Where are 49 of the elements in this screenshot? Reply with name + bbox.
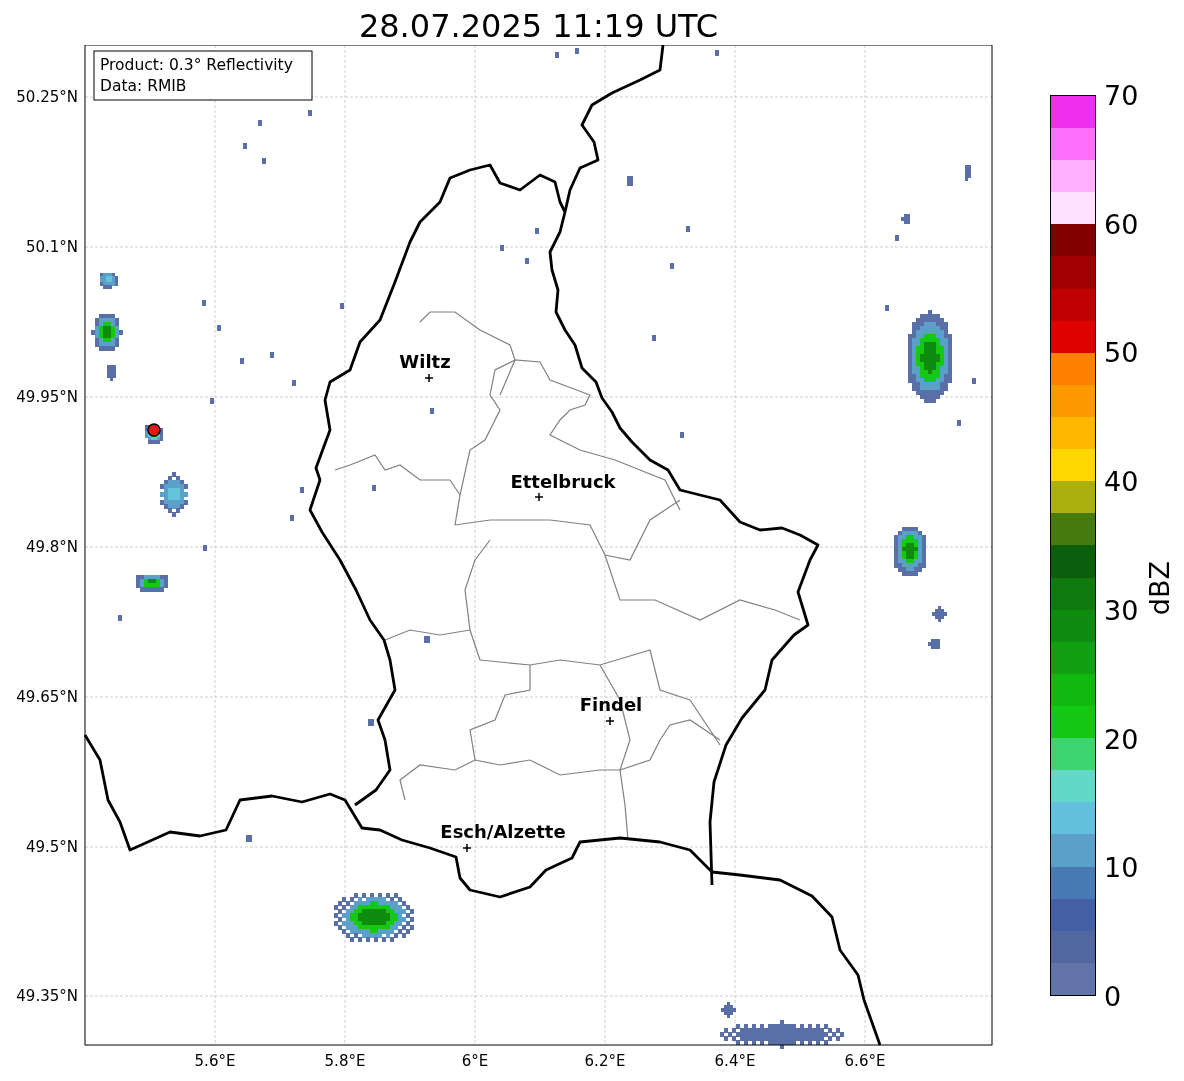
colorbar-tick-label: 50 — [1104, 338, 1139, 366]
longitude-label: 5.6°E — [194, 1052, 236, 1070]
colorbar-tick-label: 30 — [1104, 596, 1139, 624]
data-source-label: Data: RMIB — [100, 77, 187, 95]
radar-echo — [91, 314, 123, 351]
colorbar-tick-label: 70 — [1104, 81, 1139, 109]
city-label: Esch/Alzette — [440, 821, 566, 842]
radar-echo — [107, 365, 116, 381]
latitude-label: 50.25°N — [16, 88, 78, 106]
city-label: Ettelbruck — [510, 471, 616, 492]
radar-echo — [965, 165, 971, 181]
radar-echo — [928, 639, 940, 649]
city-marker — [462, 843, 472, 853]
longitude-label: 6.2°E — [584, 1052, 626, 1070]
radar-echo — [246, 835, 252, 842]
latitude-label: 49.65°N — [16, 688, 78, 706]
city-label: Wiltz — [399, 351, 451, 372]
colorbar-tick-label: 40 — [1104, 467, 1139, 495]
colorbar-axis-label: dBZ — [1146, 560, 1173, 616]
colorbar-tick-label: 20 — [1104, 725, 1139, 753]
plot-title: 28.07.2025 11:19 UTC — [357, 6, 720, 45]
radar-echo — [894, 527, 926, 576]
city-marker — [534, 492, 544, 502]
city-label: Findel — [579, 694, 643, 715]
latitude-label: 49.35°N — [16, 987, 78, 1005]
latitude-label: 49.5°N — [25, 838, 78, 856]
colorbar-tick-label: 10 — [1104, 853, 1139, 881]
radar-echo — [901, 214, 910, 224]
longitude-label: 6.4°E — [714, 1052, 756, 1070]
city-marker — [605, 716, 615, 726]
radar-echo — [721, 1002, 736, 1018]
radar-echo — [424, 636, 430, 643]
radar-echo — [627, 176, 633, 186]
colorbar-tick-label: 0 — [1104, 982, 1122, 1010]
radar-echo — [136, 575, 168, 592]
latitude-label: 50.1°N — [25, 238, 78, 256]
product-label: Product: 0.3° Reflectivity — [100, 56, 293, 74]
radar-site-marker — [147, 423, 161, 437]
latitude-label: 49.95°N — [16, 388, 78, 406]
radar-echo — [100, 273, 118, 289]
longitude-label: 5.8°E — [324, 1052, 366, 1070]
radar-echo — [160, 472, 188, 517]
latitude-label: 49.8°N — [25, 538, 78, 556]
radar-echo — [932, 606, 947, 622]
colorbar-tick-label: 60 — [1104, 210, 1139, 238]
radar-echo — [368, 719, 374, 726]
longitude-label: 6.6°E — [844, 1052, 886, 1070]
longitude-label: 6°E — [461, 1052, 489, 1070]
city-marker — [424, 373, 434, 383]
